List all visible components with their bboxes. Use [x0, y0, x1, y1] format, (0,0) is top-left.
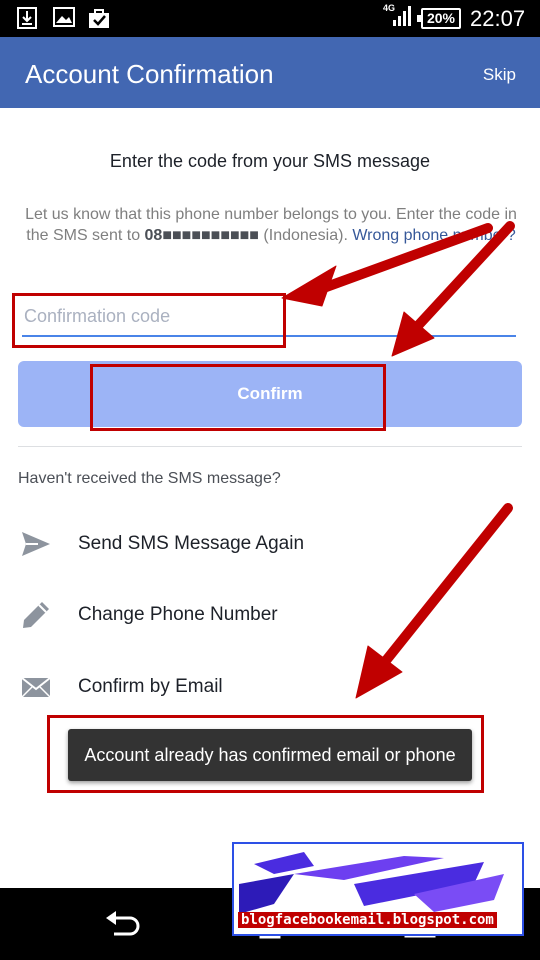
skip-button[interactable]: Skip: [483, 65, 516, 85]
envelope-icon: [20, 671, 52, 703]
page-title: Account Confirmation: [25, 59, 274, 89]
divider: [18, 446, 522, 447]
phone-number: 08■■■■■■■■■■: [144, 227, 259, 244]
confirm-by-email-option[interactable]: Confirm by Email: [0, 659, 540, 715]
battery-icon: 20%: [417, 8, 461, 29]
send-icon: [20, 528, 52, 560]
back-icon[interactable]: [102, 910, 142, 940]
bag-check-icon: [87, 7, 111, 34]
resend-prompt: Haven't received the SMS message?: [18, 470, 281, 487]
app-bar: Account Confirmation Skip: [0, 37, 540, 108]
instruction-description: Let us know that this phone number belon…: [18, 204, 524, 246]
annotation-box-confirm: [90, 364, 386, 431]
image-icon: [53, 7, 75, 32]
option-label: Change Phone Number: [78, 604, 278, 625]
option-label: Confirm by Email: [78, 676, 223, 697]
download-icon: [17, 7, 37, 34]
status-bar: 4G 20% 22:07: [0, 0, 540, 37]
instruction-heading: Enter the code from your SMS message: [109, 151, 431, 171]
annotation-box-toast: [47, 715, 484, 793]
description-country: (Indonesia).: [258, 227, 353, 244]
clock: 22:07: [470, 6, 526, 31]
wrong-phone-number-link[interactable]: Wrong phone number?: [352, 227, 515, 244]
watermark-text: blogfacebookemail.blogspot.com: [238, 912, 497, 928]
change-phone-number-option[interactable]: Change Phone Number: [0, 587, 540, 643]
option-label: Send SMS Message Again: [78, 533, 305, 554]
send-sms-again-option[interactable]: Send SMS Message Again: [0, 516, 540, 572]
signal-icon: [392, 5, 414, 32]
pencil-icon: [20, 599, 52, 631]
watermark: blogfacebookemail.blogspot.com: [232, 842, 524, 936]
annotation-box-input: [12, 293, 286, 348]
